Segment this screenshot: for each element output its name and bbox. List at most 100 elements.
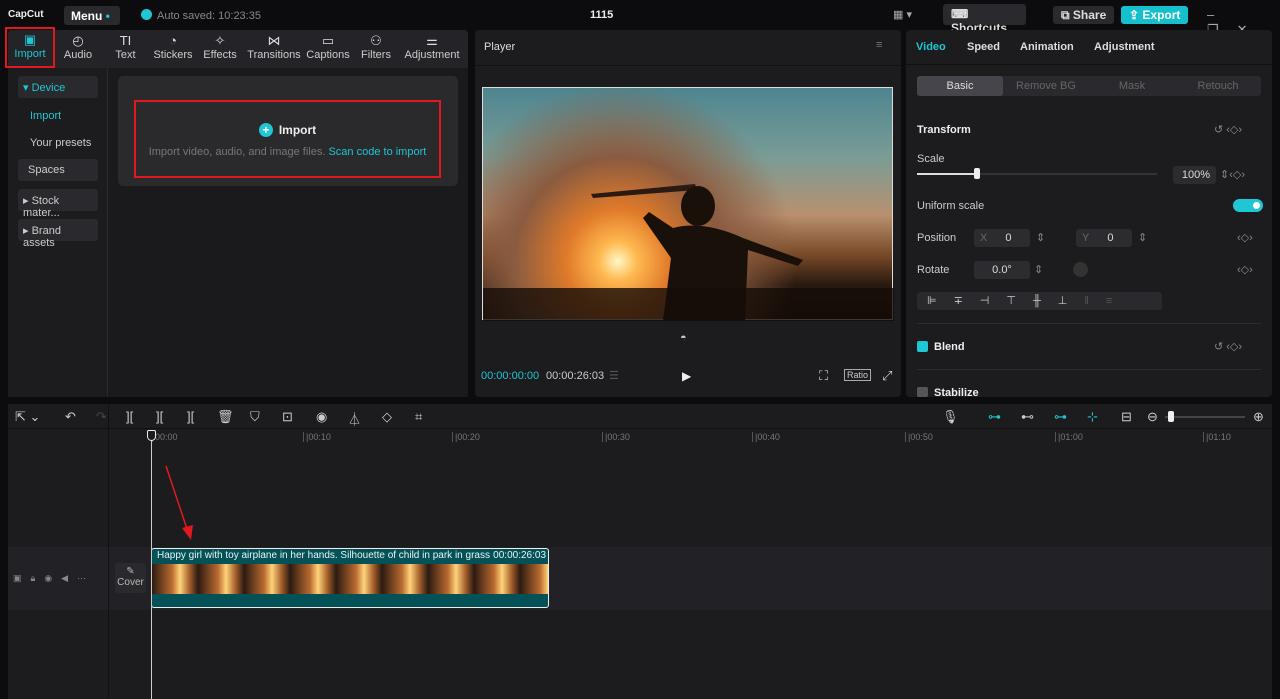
marker-icon[interactable]: ⛉ — [250, 409, 260, 425]
share-button[interactable]: ⧉ Share — [1053, 6, 1115, 24]
stabilize-checkbox[interactable] — [917, 387, 928, 397]
segment-mask[interactable]: Mask — [1089, 80, 1175, 92]
uniform-scale-toggle[interactable] — [1233, 199, 1263, 212]
zoom-slider[interactable] — [1165, 411, 1245, 422]
blend-heading[interactable]: Blend — [934, 341, 965, 353]
tab-video[interactable]: Video — [916, 41, 946, 53]
scale-slider[interactable] — [917, 168, 1157, 179]
zoom-in-icon[interactable]: ⊕ — [1253, 409, 1264, 425]
segment-basic[interactable]: Basic — [917, 76, 1003, 96]
rotate-dial[interactable] — [1073, 262, 1088, 277]
ruler-tick: |00:10 — [303, 432, 331, 442]
preview-axis-icon[interactable]: ⊹ — [1087, 409, 1098, 425]
split-right-icon[interactable]: ][ — [187, 409, 194, 424]
tab-text[interactable]: TI Text — [108, 30, 143, 68]
segment-remove-bg[interactable]: Remove BG — [1003, 80, 1089, 92]
blend-reset-icon[interactable]: ↺ ‹◇› — [1214, 340, 1242, 353]
eye-icon[interactable]: ◉ — [44, 573, 61, 583]
select-tool-icon[interactable]: ⇱ ⌄ — [15, 409, 40, 425]
track-controls[interactable]: ▣🔒︎◉◀⋯ — [13, 573, 95, 584]
tab-adjustment-props[interactable]: Adjustment — [1094, 41, 1155, 53]
lock-icon[interactable]: 🔒︎ — [31, 573, 45, 583]
title-bar: CapCut Menu • ⌄ Auto saved: 10:23:35 111… — [0, 0, 1280, 37]
sidebar-item-brand[interactable]: ▸ Brand assets — [18, 219, 98, 249]
layout-icon[interactable]: ▦ ▾ — [893, 8, 912, 21]
scan-code-link[interactable]: Scan code to import — [328, 146, 426, 158]
filters-icon: ⚇ — [370, 33, 382, 48]
keyframe-icon[interactable]: ‹◇› — [1237, 263, 1253, 276]
redo-icon[interactable]: ↷ — [96, 409, 107, 425]
share-icon: ⧉ — [1061, 8, 1073, 22]
transform-heading[interactable]: Transform — [917, 124, 971, 136]
track-video-icon[interactable]: ▣ — [13, 573, 31, 583]
video-clip[interactable]: Happy girl with toy airplane in her hand… — [151, 548, 549, 608]
linkage-icon[interactable]: ⊶ — [1054, 409, 1067, 425]
sidebar-item-spaces[interactable]: Spaces — [18, 159, 98, 181]
fit-icon[interactable]: ⛶ — [819, 368, 828, 384]
microphone-icon[interactable]: 🎙 — [942, 409, 959, 425]
stepper-keyframe-icon[interactable]: ⇕‹◇› — [1220, 168, 1245, 181]
tab-label: Stickers — [153, 49, 193, 61]
menu-button[interactable]: Menu • ⌄ — [64, 6, 120, 37]
tab-animation[interactable]: Animation — [1020, 41, 1074, 53]
zoom-out-icon[interactable]: ⊖ — [1147, 409, 1158, 425]
rotate-input[interactable]: 0.0° — [974, 261, 1030, 279]
more-icon[interactable]: ⋯ — [77, 573, 95, 583]
playhead[interactable] — [147, 430, 156, 699]
tab-speed[interactable]: Speed — [967, 41, 1000, 53]
tab-audio[interactable]: ◴ Audio — [58, 30, 98, 68]
audio-mute-icon[interactable]: ◀ — [61, 573, 77, 583]
export-label: Export — [1142, 8, 1181, 22]
tab-transitions[interactable]: ⋈ Transitions — [247, 30, 301, 68]
undo-icon[interactable]: ↶ — [65, 409, 76, 425]
scale-input[interactable]: 100% — [1173, 166, 1216, 184]
import-button[interactable]: + Import Import video, audio, and image f… — [134, 100, 441, 178]
blend-checkbox[interactable] — [917, 341, 928, 352]
mirror-icon[interactable]: ⏃ — [348, 409, 361, 428]
frames-icon[interactable]: ☰ — [609, 369, 619, 382]
zoom-fit-icon[interactable]: ⊟ — [1121, 409, 1132, 425]
text-icon: TI — [119, 33, 132, 48]
tab-stickers[interactable]: ◔ Stickers — [151, 30, 195, 68]
tab-import[interactable]: ▣ Import — [5, 27, 55, 68]
sidebar-item-import[interactable]: Import — [18, 105, 98, 127]
sidebar-item-device[interactable]: ▾ Device — [18, 76, 98, 98]
split-icon[interactable]: ][ — [126, 409, 133, 424]
rotate-icon[interactable]: ◇ — [382, 409, 392, 425]
reverse-icon[interactable]: ◉ — [316, 409, 327, 425]
y-stepper-icon[interactable]: ⇕ — [1138, 231, 1147, 244]
time-ruler[interactable] — [108, 429, 1272, 445]
hamburger-icon[interactable]: ≡ — [876, 39, 882, 51]
delete-icon[interactable]: 🗑 — [217, 409, 234, 425]
segment-retouch[interactable]: Retouch — [1175, 80, 1261, 92]
minimize-icon[interactable]: – — [1207, 7, 1232, 22]
stabilize-heading[interactable]: Stabilize — [934, 387, 979, 399]
export-button[interactable]: ⇪ Export — [1121, 6, 1189, 24]
position-y-input[interactable]: Y0 — [1076, 229, 1132, 247]
rotate-stepper-icon[interactable]: ⇕ — [1034, 263, 1043, 276]
rotate-handle-icon[interactable]: ◓ — [680, 332, 687, 344]
tab-filters[interactable]: ⚇ Filters — [359, 30, 393, 68]
align-toolbar[interactable]: ⊫∓⊣⊤╫⊥‖≡ — [917, 292, 1162, 310]
shortcuts-button[interactable]: ⌨ Shortcuts — [943, 4, 1026, 35]
tab-adjustment[interactable]: ⚌ Adjustment — [403, 30, 461, 68]
tab-effects[interactable]: ✧ Effects — [201, 30, 239, 68]
sidebar-item-presets[interactable]: Your presets — [18, 132, 98, 154]
play-icon[interactable]: ▶ — [682, 369, 691, 383]
x-stepper-icon[interactable]: ⇕ — [1036, 231, 1045, 244]
main-track-magnet-icon[interactable]: ⊶ — [988, 409, 1001, 425]
cover-button[interactable]: ✎ Cover — [115, 563, 146, 593]
reset-icon[interactable]: ↺ ‹◇› — [1214, 123, 1242, 136]
split-left-icon[interactable]: ][ — [156, 409, 163, 424]
fullscreen-icon[interactable]: ⤢ — [882, 368, 892, 384]
crop-icon[interactable]: ⌗ — [415, 409, 422, 425]
tab-captions[interactable]: ▭ Captions — [305, 30, 351, 68]
ratio-button[interactable]: Ratio — [844, 369, 872, 381]
video-preview[interactable] — [482, 87, 894, 321]
auto-snap-icon[interactable]: ⊷ — [1021, 409, 1034, 425]
freeze-icon[interactable]: ⊡ — [282, 409, 293, 425]
keyframe-icon[interactable]: ‹◇› — [1237, 231, 1253, 244]
scale-label: Scale — [917, 153, 945, 165]
sidebar-item-stock[interactable]: ▸ Stock mater... — [18, 189, 98, 219]
position-x-input[interactable]: X0 — [974, 229, 1030, 247]
